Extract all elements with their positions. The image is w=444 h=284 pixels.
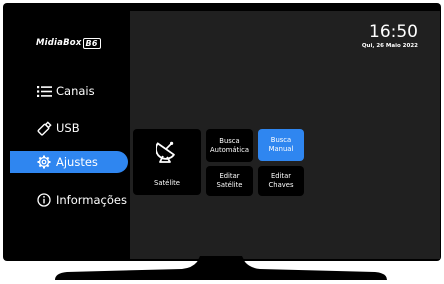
tile-label: Satélite: [154, 179, 180, 187]
tile-label-line2: Chaves: [268, 181, 294, 189]
tile-editar-chaves[interactable]: Editar Chaves: [258, 166, 304, 196]
brand-logo: MidiaBox B6: [36, 37, 101, 49]
list-icon: [36, 83, 52, 99]
satellite-dish-icon: [155, 140, 178, 167]
sidebar-item-label: Ajustes: [56, 155, 98, 169]
sidebar-item-ajustes[interactable]: Ajustes: [10, 151, 128, 173]
tile-busca-automatica[interactable]: Busca Automática: [206, 129, 253, 162]
clock: 16:50 Qui, 26 Maio 2022: [362, 23, 418, 49]
tile-busca-manual[interactable]: Busca Manual: [258, 129, 304, 161]
tile-label-line2: Manual: [268, 145, 294, 153]
tile-label-line1: Busca: [219, 136, 240, 145]
clock-date: Qui, 26 Maio 2022: [361, 43, 418, 49]
tile-label-line2: Automática: [209, 145, 250, 154]
sidebar-item-label: Informações: [56, 193, 127, 207]
tile-label-line1: Editar: [270, 172, 292, 180]
tile-label-line1: Busca: [270, 136, 292, 144]
tv-bezel: MidiaBox B6 Canais USB Ajustes Informaçõ…: [3, 3, 441, 261]
sidebar-item-label: Canais: [56, 84, 95, 98]
sidebar-item-label: USB: [56, 121, 80, 135]
clock-time: 16:50: [369, 22, 418, 42]
sidebar: MidiaBox B6 Canais USB Ajustes Informaçõ…: [10, 11, 130, 259]
gear-icon: [36, 154, 52, 170]
tv-screen: MidiaBox B6 Canais USB Ajustes Informaçõ…: [10, 11, 440, 259]
sidebar-item-informacoes[interactable]: Informações: [10, 189, 128, 211]
info-icon: [36, 192, 52, 208]
tile-label-line2: Satélite: [216, 181, 243, 189]
sidebar-item-usb[interactable]: USB: [10, 117, 128, 139]
sidebar-item-canais[interactable]: Canais: [10, 80, 128, 102]
tile-satelite[interactable]: Satélite: [133, 129, 201, 195]
tile-editar-satelite[interactable]: Editar Satélite: [206, 166, 253, 196]
brand-logo-text: MidiaBox: [36, 38, 82, 48]
tile-label-line1: Editar: [219, 172, 240, 180]
usb-icon: [36, 120, 52, 136]
brand-logo-badge: B6: [82, 37, 101, 49]
